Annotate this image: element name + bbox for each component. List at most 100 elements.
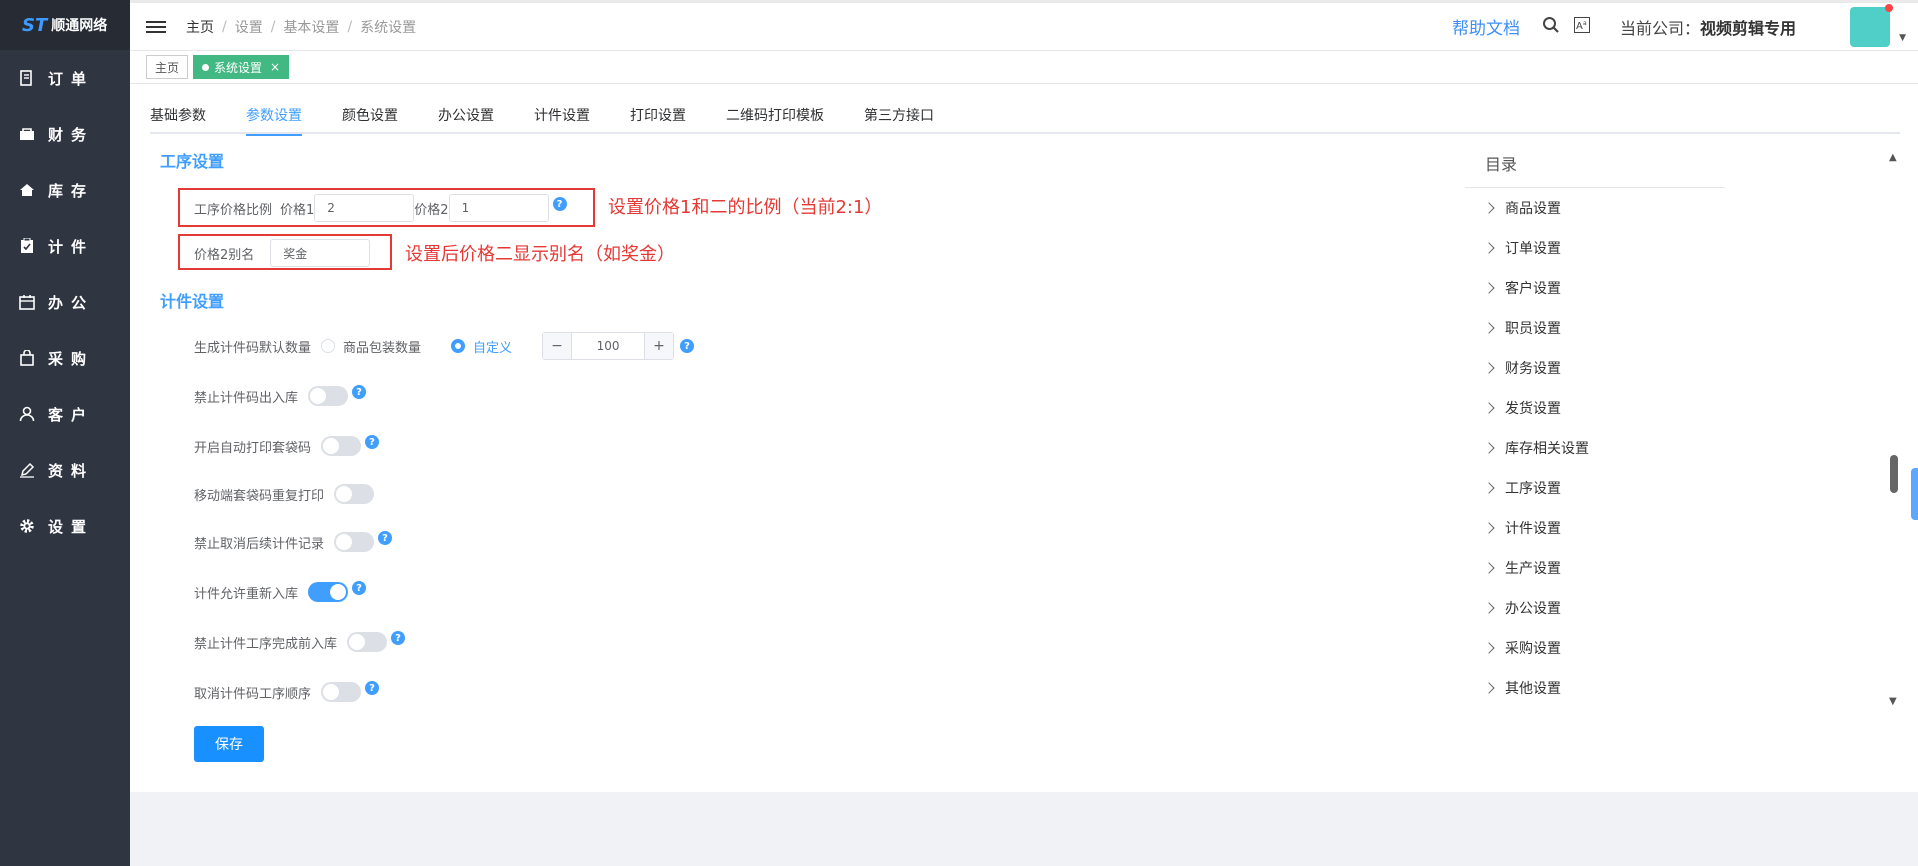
settings-tabs: 基础参数 参数设置 颜色设置 办公设置 计件设置 打印设置 二维码打印模板 第三… xyxy=(150,106,1900,136)
tab-qrcode-template[interactable]: 二维码打印模板 xyxy=(706,106,844,134)
price2-alias-input[interactable]: 奖金 xyxy=(270,239,371,267)
active-dot-icon xyxy=(202,63,210,71)
decrease-button[interactable]: − xyxy=(543,333,572,359)
save-button[interactable]: 保存 xyxy=(194,726,264,762)
breadcrumb-item[interactable]: 基本设置 xyxy=(283,17,339,37)
toc-item[interactable]: 发货设置 xyxy=(1465,388,1725,428)
sidebar-item-purchase[interactable]: 采购 xyxy=(0,330,130,386)
help-icon[interactable]: ? xyxy=(391,631,406,645)
tab-color-settings[interactable]: 颜色设置 xyxy=(322,106,418,134)
breadcrumb: 主页 / 设置 / 基本设置 / 系统设置 xyxy=(186,17,416,37)
toggle-switch[interactable] xyxy=(308,582,349,602)
chevron-right-icon xyxy=(1483,362,1495,374)
chevron-right-icon xyxy=(1483,522,1495,534)
toc-item[interactable]: 其他设置 xyxy=(1465,668,1725,708)
toc-item-label: 职员设置 xyxy=(1505,321,1561,337)
radio-custom[interactable] xyxy=(451,339,466,353)
help-icon[interactable]: ? xyxy=(365,435,380,449)
radio-pack-qty-label[interactable]: 商品包装数量 xyxy=(343,337,421,356)
default-qty-label: 生成计件码默认数量 xyxy=(194,340,312,356)
side-drawer-handle[interactable] xyxy=(1911,468,1918,520)
tab-third-party[interactable]: 第三方接口 xyxy=(844,106,954,134)
company-name: 视频剪辑专用 xyxy=(1699,18,1796,38)
help-icon[interactable]: ? xyxy=(352,581,367,595)
logo-mark: ST xyxy=(22,14,48,36)
toggle-switch[interactable] xyxy=(334,532,375,552)
sidebar-item-customer[interactable]: 客户 xyxy=(0,386,130,442)
sidebar-item-order[interactable]: 订单 xyxy=(0,50,130,106)
toggle-switch[interactable] xyxy=(334,484,375,504)
gear-icon xyxy=(18,517,36,535)
scroll-down-icon[interactable]: ▼ xyxy=(1889,696,1897,707)
logo[interactable]: ST 顺通网络 xyxy=(0,0,130,50)
sidebar-item-data[interactable]: 资料 xyxy=(0,442,130,498)
help-icon[interactable]: ? xyxy=(378,531,393,545)
toc-item-label: 商品设置 xyxy=(1505,201,1561,217)
radio-custom-label[interactable]: 自定义 xyxy=(473,337,512,356)
help-icon[interactable]: ? xyxy=(365,681,380,695)
toc-item[interactable]: 计件设置 xyxy=(1465,508,1725,548)
sidebar-item-settings[interactable]: 设置 xyxy=(0,498,130,554)
switch-row: 取消计件码工序顺序 ? xyxy=(194,681,380,702)
radio-pack-qty[interactable] xyxy=(321,339,336,353)
breadcrumb-item[interactable]: 主页 xyxy=(186,17,214,37)
close-icon[interactable]: × xyxy=(270,60,280,74)
tab-office-settings[interactable]: 办公设置 xyxy=(418,106,514,134)
scroll-up-icon[interactable]: ▲ xyxy=(1889,152,1897,163)
annotation-text: 设置价格1和二的比例（当前2:1） xyxy=(608,197,883,218)
help-docs-link[interactable]: 帮助文档 xyxy=(1452,14,1520,39)
help-icon[interactable]: ? xyxy=(680,339,695,353)
switch-row: 移动端套袋码重复打印 xyxy=(194,484,375,504)
help-icon[interactable]: ? xyxy=(552,197,567,211)
tab-piece-settings[interactable]: 计件设置 xyxy=(514,106,610,134)
increase-button[interactable]: + xyxy=(645,333,674,359)
breadcrumb-separator: / xyxy=(222,18,227,35)
sidebar-item-inventory[interactable]: 库存 xyxy=(0,162,130,218)
toc-item[interactable]: 办公设置 xyxy=(1465,588,1725,628)
tab-param-settings[interactable]: 参数设置 xyxy=(226,106,322,136)
tag-home[interactable]: 主页 xyxy=(146,55,189,79)
sidebar-item-piecework[interactable]: 计件 xyxy=(0,218,130,274)
toc-item[interactable]: 工序设置 xyxy=(1465,468,1725,508)
tag-system-settings[interactable]: 系统设置 × xyxy=(193,55,290,79)
scrollbar-thumb[interactable] xyxy=(1890,455,1898,493)
help-icon[interactable]: ? xyxy=(352,385,367,399)
toc-item[interactable]: 库存相关设置 xyxy=(1465,428,1725,468)
toc-item[interactable]: 采购设置 xyxy=(1465,628,1725,668)
toc-item[interactable]: 客户设置 xyxy=(1465,268,1725,308)
toggle-switch[interactable] xyxy=(347,632,388,652)
avatar[interactable] xyxy=(1850,3,1893,47)
font-size-icon[interactable]: Aa xyxy=(1573,16,1590,37)
toc-item-label: 计件设置 xyxy=(1505,521,1561,537)
price-ratio-row: 工序价格比例 价格1 2 价格2 1 ? xyxy=(194,194,567,222)
annotation-text: 设置后价格二显示别名（如奖金） xyxy=(405,244,675,265)
toc-item[interactable]: 商品设置 xyxy=(1465,188,1725,228)
toc-item[interactable]: 订单设置 xyxy=(1465,228,1725,268)
chevron-right-icon xyxy=(1483,682,1495,694)
toggle-switch[interactable] xyxy=(321,682,362,702)
switch-row: 开启自动打印套袋码 ? xyxy=(194,435,380,456)
menu-toggle-icon[interactable] xyxy=(146,17,166,37)
breadcrumb-item[interactable]: 设置 xyxy=(235,17,263,37)
top-header: 主页 / 设置 / 基本设置 / 系统设置 帮助文档 Aa 当前公司： 视频剪辑… xyxy=(130,0,1918,50)
chevron-down-icon[interactable]: ▼ xyxy=(1899,33,1906,43)
toggle-switch[interactable] xyxy=(321,436,362,456)
sidebar-item-finance[interactable]: 财务 xyxy=(0,106,130,162)
header-right: 帮助文档 Aa 当前公司： 视频剪辑专用 ▼ xyxy=(1452,3,1918,50)
table-of-contents: 目录 商品设置 订单设置 客户设置 职员设置 财务设置 发货设置 库存相关设置 … xyxy=(1465,150,1725,708)
sidebar-item-label: 设置 xyxy=(48,517,95,536)
sidebar-item-label: 订单 xyxy=(48,69,95,88)
price1-input[interactable]: 2 xyxy=(314,194,415,222)
search-icon[interactable] xyxy=(1542,16,1560,38)
sidebar-item-office[interactable]: 办公 xyxy=(0,274,130,330)
toggle-switch[interactable] xyxy=(308,386,349,406)
quantity-input[interactable]: 100 xyxy=(571,333,646,359)
toc-item[interactable]: 职员设置 xyxy=(1465,308,1725,348)
switch-row: 禁止计件码出入库 ? xyxy=(194,385,367,406)
toc-item[interactable]: 生产设置 xyxy=(1465,548,1725,588)
price2-input[interactable]: 1 xyxy=(448,194,549,222)
toc-item[interactable]: 财务设置 xyxy=(1465,348,1725,388)
toc-title: 目录 xyxy=(1465,150,1725,188)
tab-print-settings[interactable]: 打印设置 xyxy=(610,106,706,134)
tab-basic-params[interactable]: 基础参数 xyxy=(150,106,226,134)
